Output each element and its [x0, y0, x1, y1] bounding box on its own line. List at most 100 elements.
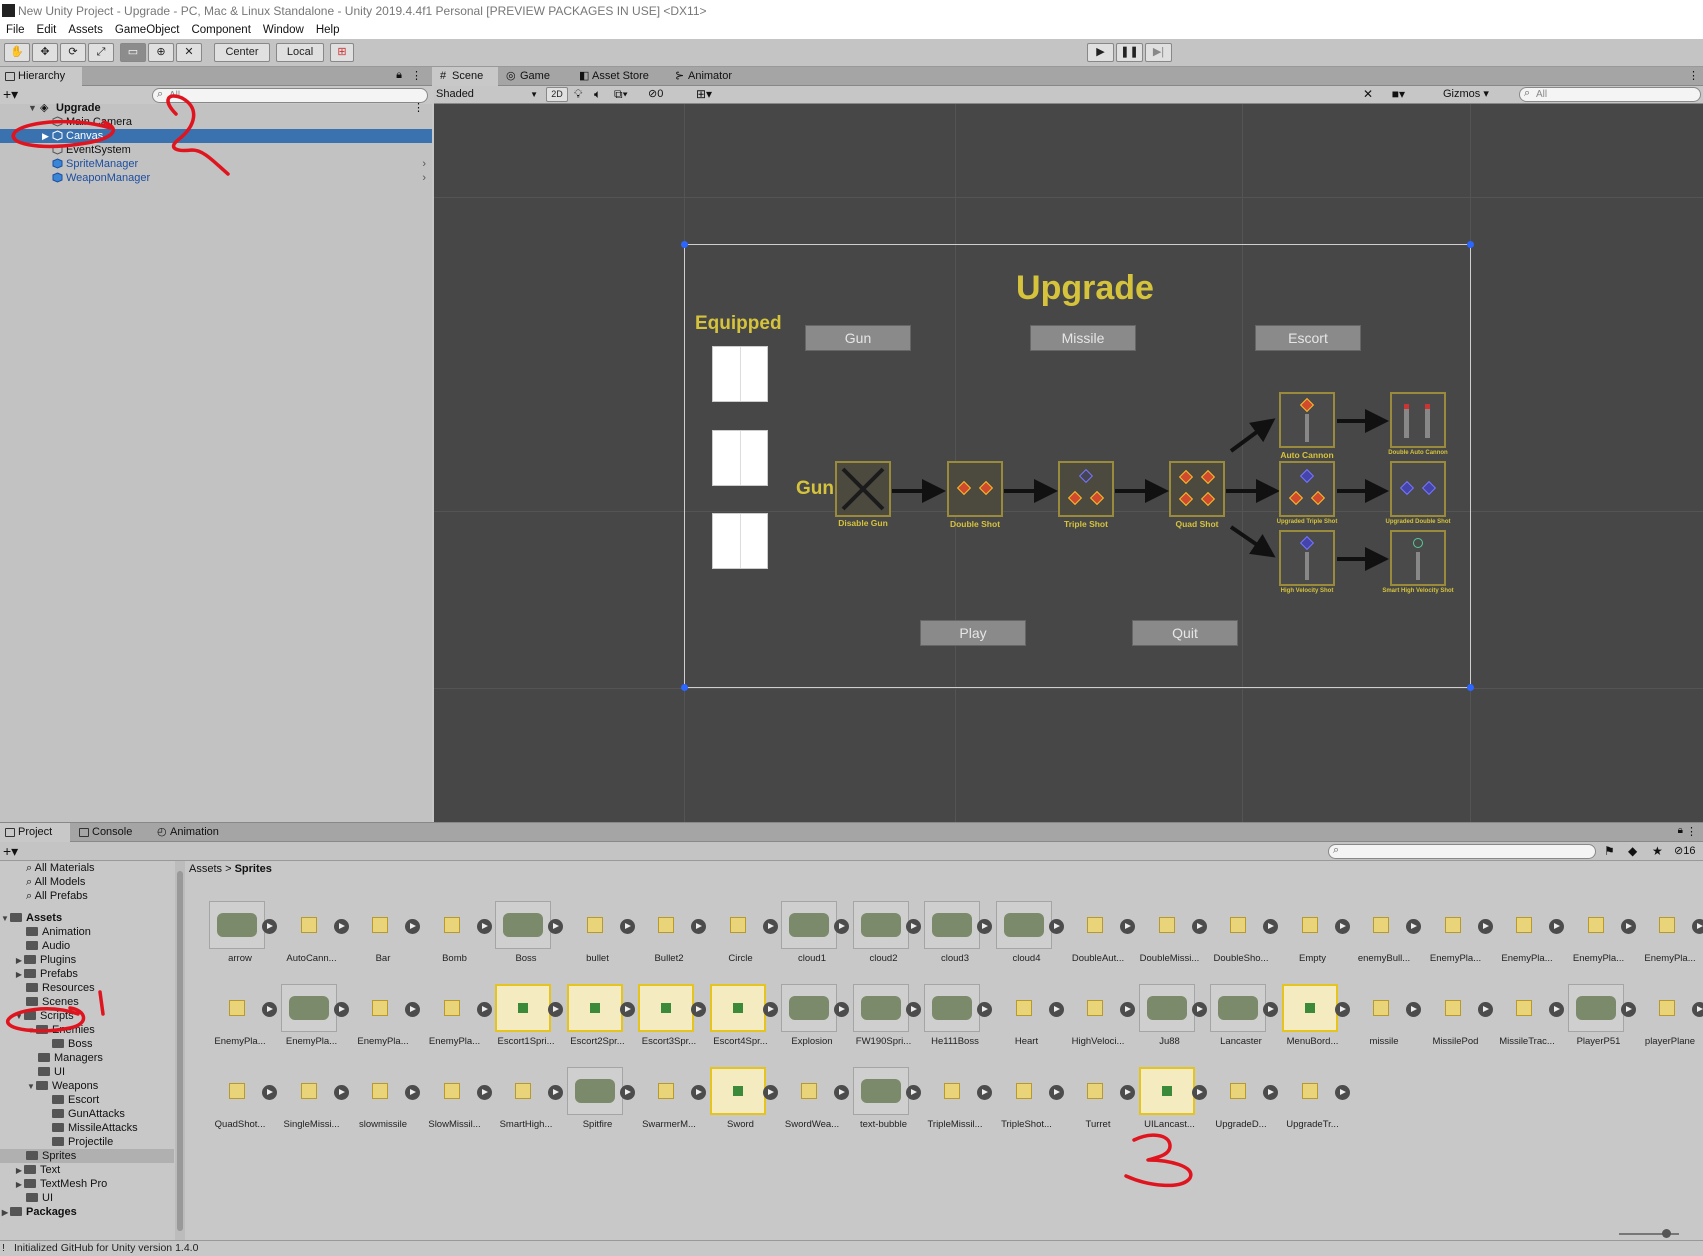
asset-item[interactable]: EnemyPla...	[342, 978, 420, 1058]
hierarchy-item-eventsystem[interactable]: EventSystem	[0, 143, 432, 157]
lighting-bulb-icon[interactable]: 💡︎	[574, 87, 582, 102]
asset-item[interactable]: SwordWea...	[771, 1061, 849, 1141]
rect-tool-icon[interactable]: ▭	[120, 43, 146, 62]
asset-item[interactable]: PlayerP51	[1558, 978, 1636, 1058]
asset-item[interactable]: Ju88	[1129, 978, 1207, 1058]
asset-item[interactable]: EnemyPla...	[1629, 895, 1703, 975]
tree-item-scenes[interactable]: Scenes	[0, 995, 174, 1009]
tree-item-sprites[interactable]: Sprites	[0, 1149, 174, 1163]
asset-item[interactable]: UpgradeD...	[1200, 1061, 1278, 1141]
tools-icon[interactable]: ✕	[1363, 87, 1373, 101]
tree-item-resources[interactable]: Resources	[0, 981, 174, 995]
tree-item-ui-root[interactable]: UI	[0, 1191, 174, 1205]
double-shot-upgrade[interactable]	[947, 461, 1003, 517]
menu-kebab-icon[interactable]: ⋮	[1686, 825, 1697, 838]
menu-gameobject[interactable]: GameObject	[109, 22, 186, 39]
asset-item[interactable]: MissilePod	[1415, 978, 1493, 1058]
tree-item-escort[interactable]: Escort	[0, 1093, 174, 1107]
favorite-all-materials[interactable]: ⌕ All Materials	[0, 861, 174, 875]
lock-icon[interactable]: 🔒︎	[396, 69, 402, 82]
tab-game[interactable]: ◎ Game	[502, 67, 566, 86]
canvas-bounds[interactable]: Upgrade Equipped Gun Missile Escort Gun …	[681, 241, 1474, 691]
tab-animation[interactable]: ◴ Animation	[152, 823, 238, 842]
grid-snap-icon[interactable]: ⊞	[330, 43, 354, 62]
pivot-center-button[interactable]: Center	[214, 43, 270, 62]
hidden-objects-icon[interactable]: ⊘0	[648, 87, 663, 100]
tab-scene[interactable]: # Scene	[434, 67, 498, 86]
tree-scrollbar[interactable]	[175, 861, 185, 1241]
asset-item[interactable]: Heart	[986, 978, 1064, 1058]
tab-asset-store[interactable]: ◧ Asset Store	[574, 67, 664, 86]
tree-item-managers[interactable]: Managers	[0, 1051, 174, 1065]
asset-item[interactable]: Escort3Spr...	[628, 978, 706, 1058]
asset-item[interactable]: EnemyPla...	[271, 978, 349, 1058]
draw-mode-dropdown[interactable]: Shaded ▼	[436, 87, 540, 102]
asset-item[interactable]: SlowMissil...	[414, 1061, 492, 1141]
asset-item[interactable]: DoubleAut...	[1057, 895, 1135, 975]
asset-item[interactable]: DoubleSho...	[1200, 895, 1278, 975]
asset-item[interactable]: UpgradeTr...	[1272, 1061, 1350, 1141]
pivot-local-button[interactable]: Local	[276, 43, 324, 62]
tree-item-weapons[interactable]: ▼ Weapons	[0, 1079, 174, 1093]
pause-button[interactable]: ❚❚	[1116, 43, 1143, 62]
asset-item[interactable]: cloud1	[771, 895, 849, 975]
double-auto-cannon-upgrade[interactable]	[1390, 392, 1446, 448]
asset-item[interactable]: QuadShot...	[199, 1061, 277, 1141]
asset-item[interactable]: Circle	[700, 895, 778, 975]
tree-item-boss[interactable]: Boss	[0, 1037, 174, 1051]
tree-item-assets[interactable]: ▼ Assets	[0, 911, 174, 925]
asset-item[interactable]: MissileTrac...	[1486, 978, 1564, 1058]
audio-icon[interactable]: 🔈︎	[594, 87, 601, 102]
tree-item-animation[interactable]: Animation	[0, 925, 174, 939]
slider-thumb[interactable]	[1662, 1229, 1671, 1238]
lock-icon[interactable]: 🔒︎	[1678, 825, 1683, 836]
scale-tool-icon[interactable]: ⤢	[88, 43, 114, 62]
menu-file[interactable]: File	[0, 22, 31, 39]
menu-kebab-icon[interactable]: ⋮	[413, 101, 424, 115]
asset-item[interactable]: He111Boss	[914, 978, 992, 1058]
asset-item[interactable]: EnemyPla...	[1486, 895, 1564, 975]
asset-item[interactable]: Bar	[342, 895, 420, 975]
create-plus-icon[interactable]: +▾	[3, 843, 18, 860]
chevron-right-icon[interactable]: ›	[422, 157, 426, 171]
menu-component[interactable]: Component	[185, 22, 256, 39]
asset-item[interactable]: SmartHigh...	[485, 1061, 563, 1141]
asset-item[interactable]: FW190Spri...	[843, 978, 921, 1058]
high-velocity-shot-upgrade[interactable]	[1279, 530, 1335, 586]
asset-item[interactable]: text-bubble	[843, 1061, 921, 1141]
asset-item[interactable]: HighVeloci...	[1057, 978, 1135, 1058]
asset-item[interactable]: Spitfire	[557, 1061, 635, 1141]
asset-item[interactable]: arrow	[199, 895, 277, 975]
menu-edit[interactable]: Edit	[31, 22, 63, 39]
asset-item[interactable]: TripleMissil...	[914, 1061, 992, 1141]
hand-tool-icon[interactable]: ✋	[4, 43, 30, 62]
custom-tool-icon[interactable]: ✕	[176, 43, 202, 62]
tree-item-missileattacks[interactable]: MissileAttacks	[0, 1121, 174, 1135]
menu-window[interactable]: Window	[257, 22, 310, 39]
chevron-right-icon[interactable]: ›	[422, 171, 426, 185]
asset-item[interactable]: Escort1Spri...	[485, 978, 563, 1058]
asset-item[interactable]: SingleMissi...	[271, 1061, 349, 1141]
search-by-type-icon[interactable]: ⚑	[1604, 844, 1615, 858]
toggle-2d-button[interactable]: 2D	[546, 87, 568, 102]
expand-sprite-icon[interactable]	[1334, 1085, 1350, 1100]
thumbnail-size-slider[interactable]	[1619, 1229, 1679, 1238]
menu-kebab-icon[interactable]: ⋮	[411, 69, 422, 82]
hidden-packages-icon[interactable]: ⊘16	[1674, 844, 1695, 857]
tree-item-packages[interactable]: ▶ Packages	[0, 1205, 174, 1219]
asset-item[interactable]: playerPlane	[1629, 978, 1703, 1058]
asset-item[interactable]: missile	[1343, 978, 1421, 1058]
scene-search-input[interactable]: All	[1519, 87, 1701, 102]
asset-item[interactable]: Bullet2	[628, 895, 706, 975]
play-button[interactable]: ▶	[1087, 43, 1114, 62]
auto-cannon-upgrade[interactable]	[1279, 392, 1335, 448]
asset-item[interactable]: Boss	[485, 895, 563, 975]
asset-item[interactable]: cloud3	[914, 895, 992, 975]
disable-gun-upgrade[interactable]	[835, 461, 891, 517]
tab-hierarchy[interactable]: Hierarchy	[0, 67, 82, 86]
expand-sprite-icon[interactable]	[1692, 919, 1703, 934]
hierarchy-item-spritemanager[interactable]: SpriteManager ›	[0, 157, 432, 171]
tree-item-gunattacks[interactable]: GunAttacks	[0, 1107, 174, 1121]
camera-icon[interactable]: ■▾	[1392, 87, 1405, 101]
tree-item-enemies[interactable]: ▼ Enemies	[0, 1023, 174, 1037]
